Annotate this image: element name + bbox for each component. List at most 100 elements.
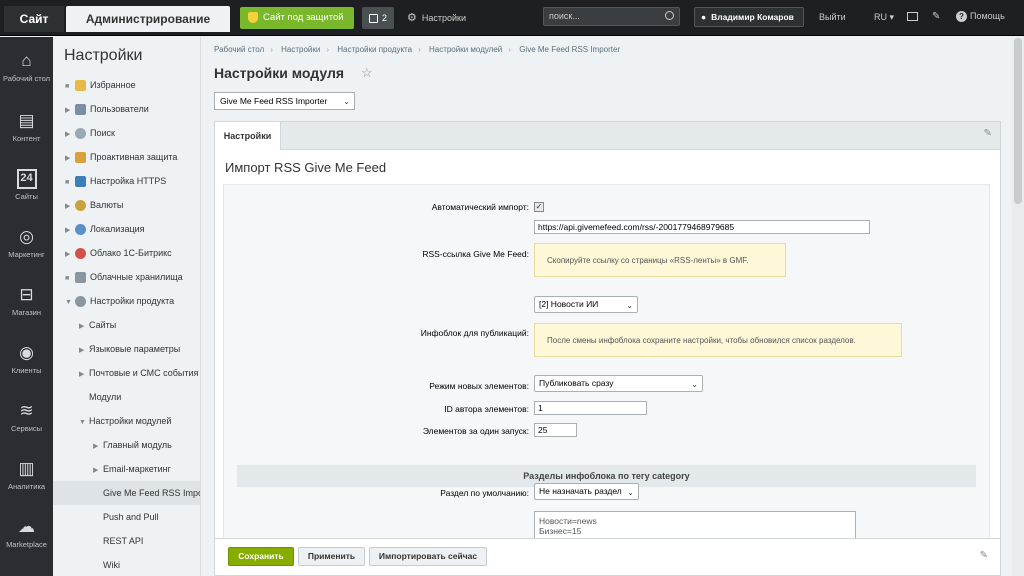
sidebar-item-currencies[interactable]: ▶ Валюты [65, 193, 199, 217]
scrollbar-thumb[interactable] [1014, 38, 1022, 204]
tab-settings[interactable]: Настройки [215, 122, 281, 151]
scrollbar[interactable] [1012, 37, 1024, 576]
chevron-right-icon[interactable]: ▶ [65, 147, 75, 169]
sidebar-item-mail-events[interactable]: ▶ Почтовые и СМС события [79, 361, 199, 385]
chevron-right-icon[interactable]: ▶ [65, 243, 75, 265]
left-rail: ⌂ Рабочий стол ▤ Контент 24 Сайты ◎ Маркетин… [0, 37, 53, 576]
rail-item-marketplace[interactable]: ☁ Marketplace [0, 509, 53, 565]
breadcrumb-item[interactable]: Give Me Feed RSS Importer [519, 45, 620, 54]
pin-icon[interactable]: ✎ [984, 128, 992, 139]
chevron-right-icon[interactable]: ▶ [93, 459, 103, 481]
main-content: Рабочий стол › Настройки › Настройки проду… [201, 37, 1024, 576]
module-select[interactable]: Give Me Feed RSS Importer ⌄ [214, 92, 355, 110]
sidebar-item-rest-api[interactable]: REST API [93, 529, 199, 553]
notifications-count: 2 [381, 13, 387, 23]
search-input[interactable]: поиск... [543, 7, 680, 26]
chevron-right-icon[interactable]: ▶ [79, 339, 89, 361]
sidebar-item-label: Валюты [90, 200, 124, 210]
rail-item-clients[interactable]: ◉ Клиенты [0, 335, 53, 391]
default-section-label: Раздел по умолчанию: [440, 488, 529, 498]
chevron-right-icon[interactable]: ▶ [65, 219, 75, 241]
save-button[interactable]: Сохранить [228, 547, 294, 566]
sidebar-item-wiki[interactable]: Wiki [93, 553, 199, 576]
sidebar-item-search[interactable]: ▶ Поиск [65, 121, 199, 145]
site-tab[interactable]: Сайт [4, 6, 64, 32]
sidebar-item-localization[interactable]: ▶ Локализация [65, 217, 199, 241]
breadcrumb-item[interactable]: Настройки [281, 45, 320, 54]
rail-item-services[interactable]: ≋ Сервисы [0, 393, 53, 449]
sidebar-item-favorites[interactable]: ■ Избранное [65, 73, 199, 97]
import-now-button[interactable]: Импортировать сейчас [369, 547, 487, 566]
rail-label: Сайты [15, 192, 38, 201]
sidebar: Настройки ■ Избранное ▶ Пользователи ▶ Поис… [53, 37, 201, 576]
help-label: Помощь [970, 11, 1005, 21]
globe-icon [75, 224, 86, 236]
favorite-star-icon[interactable]: ☆ [361, 65, 373, 81]
rail-item-analytics[interactable]: ▥ Аналитика [0, 451, 53, 507]
batch-size-input[interactable]: 25 [534, 423, 577, 437]
pin-icon[interactable]: ✎ [932, 11, 940, 22]
chevron-right-icon[interactable]: ▶ [79, 363, 89, 385]
notifications-button[interactable]: 2 [362, 7, 394, 29]
user-button[interactable]: ● Владимир Комаров [694, 7, 804, 27]
sidebar-item-label: Почтовые и СМС события [89, 368, 199, 378]
rail-item-marketing[interactable]: ◎ Маркетинг [0, 219, 53, 275]
rail-item-desktop[interactable]: ⌂ Рабочий стол [0, 43, 53, 99]
sidebar-item-sites[interactable]: ▶ Сайты [79, 313, 199, 337]
admin-tab[interactable]: Администрирование [66, 6, 230, 32]
apply-button[interactable]: Применить [298, 547, 365, 566]
sidebar-item-label: Главный модуль [103, 440, 172, 450]
cloud-icon [75, 248, 86, 260]
language-selector[interactable]: RU ▾ [874, 12, 894, 23]
sidebar-item-users[interactable]: ▶ Пользователи [65, 97, 199, 121]
breadcrumb-item[interactable]: Рабочий стол [214, 45, 264, 54]
sidebar-item-push-pull[interactable]: Push and Pull [93, 505, 199, 529]
chevron-down-icon[interactable]: ▼ [65, 291, 75, 313]
user-icon: ● [701, 12, 707, 22]
sidebar-item-cloud-bitrix[interactable]: ▶ Облако 1С-Битрикс [65, 241, 199, 265]
sidebar-item-product-settings[interactable]: ▼ Настройки продукта [65, 289, 199, 313]
lock-icon [75, 152, 86, 164]
help-link[interactable]: ? Помощь [956, 11, 1005, 22]
sidebar-item-https[interactable]: ■ Настройка HTTPS [65, 169, 199, 193]
auto-import-checkbox[interactable]: ✓ [534, 202, 544, 212]
breadcrumb-item[interactable]: Настройки модулей [429, 45, 502, 54]
chevron-right-icon[interactable]: ▶ [93, 435, 103, 457]
rss-url-input[interactable]: https://api.givemefeed.com/rss/-20017794… [534, 220, 870, 234]
chevron-right-icon[interactable]: ▶ [79, 315, 89, 337]
logout-link[interactable]: Выйти [819, 12, 846, 22]
sidebar-item-module-settings[interactable]: ▼ Настройки модулей [79, 409, 199, 433]
author-id-input[interactable]: 1 [534, 401, 647, 415]
sidebar-item-main-module[interactable]: ▶ Главный модуль [93, 433, 199, 457]
sidebar-item-language[interactable]: ▶ Языковые параметры [79, 337, 199, 361]
pin-icon[interactable]: ✎ [980, 550, 988, 561]
chevron-down-icon[interactable]: ▼ [79, 411, 89, 433]
calendar-icon: 24 [16, 169, 37, 189]
site-secure-button[interactable]: Сайт под защитой [240, 7, 354, 29]
chevron-right-icon[interactable]: ▶ [65, 195, 75, 217]
user-name: Владимир Комаров [711, 12, 794, 22]
sidebar-item-cloud-storage[interactable]: ■ Облачные хранилища [65, 265, 199, 289]
rail-label: Контент [12, 134, 41, 143]
sidebar-item-givemefeed[interactable]: Give Me Feed RSS Importer [53, 481, 200, 505]
iblock-select[interactable]: [2] Новости ИИ ⌄ [534, 296, 638, 313]
rail-item-sites[interactable]: 24 Сайты [0, 161, 53, 217]
mode-select[interactable]: Публиковать сразу ⌄ [534, 375, 703, 392]
top-settings-link[interactable]: ⚙ Настройки [407, 7, 466, 29]
sidebar-item-proactive[interactable]: ▶ Проактивная защита [65, 145, 199, 169]
breadcrumb-item[interactable]: Настройки продукта [337, 45, 412, 54]
tabs-bar: Настройки ✎ [214, 121, 1001, 151]
chevron-right-icon[interactable]: ▶ [65, 99, 75, 121]
search-icon[interactable] [665, 11, 674, 20]
window-icon[interactable] [907, 12, 918, 21]
https-icon [75, 176, 86, 188]
gear-icon: ⚙ [407, 12, 417, 24]
sidebar-item-modules[interactable]: Модули [79, 385, 199, 409]
sidebar-item-email-marketing[interactable]: ▶ Email-маркетинг [93, 457, 199, 481]
default-section-select[interactable]: Не назначать раздел ⌄ [534, 483, 639, 500]
rail-item-shop[interactable]: ⊟ Магазин [0, 277, 53, 333]
rail-item-content[interactable]: ▤ Контент [0, 103, 53, 159]
rail-label: Рабочий стол [2, 74, 51, 83]
chevron-right-icon[interactable]: ▶ [65, 123, 75, 145]
sidebar-item-label: Give Me Feed RSS Importer [103, 488, 200, 498]
